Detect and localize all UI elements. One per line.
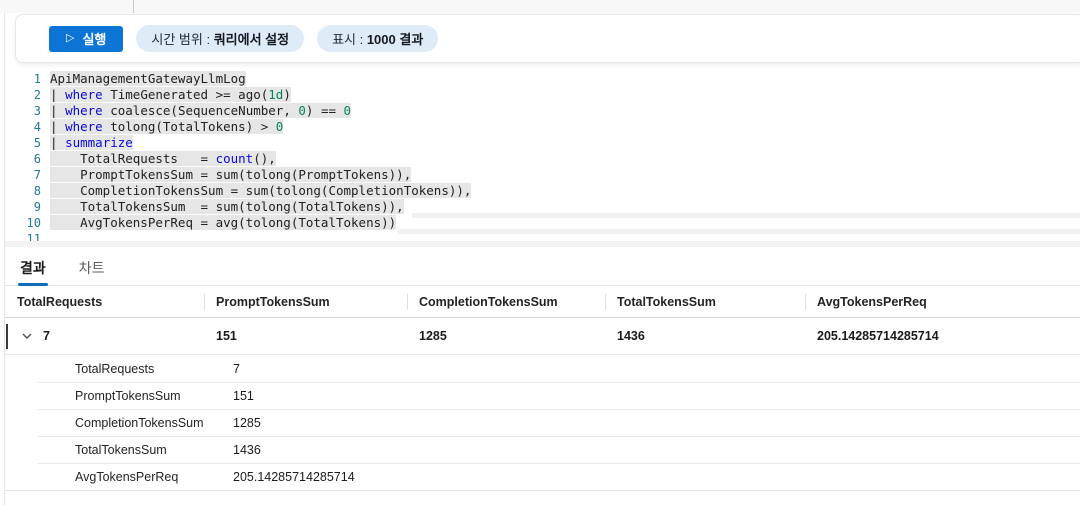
row-expander[interactable] [19, 328, 35, 344]
run-query-button[interactable]: ▷ 실행 [49, 26, 123, 52]
query-toolbar: ▷ 실행 시간 범위 : 쿼리에서 설정 표시 : 1000 결과 [15, 14, 1080, 63]
line-number: 3 [5, 103, 41, 119]
result-row[interactable]: 7 15112851436205.14285714285714 [5, 318, 1080, 355]
table-bottom-border [5, 490, 1080, 491]
editor-line[interactable]: 2| where TimeGenerated >= ago(1d) [5, 87, 1080, 103]
run-button-label: 실행 [82, 29, 106, 48]
column-header[interactable]: TotalRequests [5, 286, 204, 317]
code-text: | where coalesce(SequenceNumber, 0) == 0 [41, 103, 351, 119]
column-header[interactable]: PromptTokensSum [204, 286, 407, 317]
editor-line[interactable]: 1ApiManagementGatewayLlmLog [5, 71, 1080, 87]
code-text: TotalTokensSum = sum(tolong(TotalTokens)… [41, 199, 404, 215]
kql-query-editor[interactable]: 1ApiManagementGatewayLlmLog2| where Time… [5, 71, 1080, 247]
detail-row[interactable]: TotalRequests7 [5, 355, 1080, 382]
detail-row[interactable]: PromptTokensSum151 [5, 382, 1080, 409]
tab-chart-label: 차트 [79, 258, 105, 278]
tab-results[interactable]: 결과 [20, 250, 46, 286]
detail-row[interactable]: CompletionTokensSum1285 [5, 409, 1080, 436]
line-number: 6 [5, 151, 41, 167]
row-detail-panel: TotalRequests7PromptTokensSum151Completi… [5, 355, 1080, 490]
editor-line[interactable]: 8 CompletionTokensSum = sum(tolong(Compl… [5, 183, 1080, 199]
top-tab-bar-remnant [0, 0, 1080, 13]
line-number: 5 [5, 135, 41, 151]
code-text: PromptTokensSum = sum(tolong(PromptToken… [41, 167, 411, 183]
detail-label: TotalRequests [75, 362, 233, 376]
time-range-prefix: 시간 범위 : [151, 29, 213, 48]
editor-line[interactable]: 7 PromptTokensSum = sum(tolong(PromptTok… [5, 167, 1080, 183]
time-range-pill[interactable]: 시간 범위 : 쿼리에서 설정 [136, 25, 304, 52]
editor-line[interactable]: 4| where tolong(TotalTokens) > 0 [5, 119, 1080, 135]
editor-line[interactable]: 6 TotalRequests = count(), [5, 151, 1080, 167]
selected-row-indicator [6, 324, 8, 349]
detail-value: 151 [233, 389, 254, 403]
line-number: 7 [5, 167, 41, 183]
detail-value: 1436 [233, 443, 261, 457]
code-text: ApiManagementGatewayLlmLog [41, 71, 246, 87]
detail-row[interactable]: AvgTokensPerReq205.14285714285714 [5, 463, 1080, 490]
cell-value: 7 [43, 329, 50, 343]
logs-query-page: ▷ 실행 시간 범위 : 쿼리에서 설정 표시 : 1000 결과 1ApiMa… [0, 0, 1080, 515]
editor-line[interactable]: 5| summarize [5, 135, 1080, 151]
detail-value: 1285 [233, 416, 261, 430]
results-table-header: TotalRequestsPromptTokensSumCompletionTo… [5, 286, 1080, 318]
detail-value: 7 [233, 362, 240, 376]
selection-overflow-strip [412, 213, 1080, 218]
result-limit-prefix: 표시 : [332, 29, 367, 48]
selection-overflow-strip [398, 229, 1080, 234]
code-text: CompletionTokensSum = sum(tolong(Complet… [41, 183, 471, 199]
cell-value: 1285 [407, 329, 605, 343]
detail-value: 205.14285714285714 [233, 470, 355, 484]
code-text: | where tolong(TotalTokens) > 0 [41, 119, 283, 135]
result-limit-value: 1000 결과 [367, 29, 423, 48]
time-range-value: 쿼리에서 설정 [214, 29, 289, 48]
editor-bottom-band [5, 241, 1080, 247]
editor-line[interactable]: 3| where coalesce(SequenceNumber, 0) == … [5, 103, 1080, 119]
line-number: 4 [5, 119, 41, 135]
cell-value: 151 [204, 329, 407, 343]
line-number: 10 [5, 215, 41, 231]
line-number: 2 [5, 87, 41, 103]
tab-results-label: 결과 [20, 258, 46, 278]
line-number: 1 [5, 71, 41, 87]
play-icon: ▷ [66, 31, 74, 44]
detail-label: CompletionTokensSum [75, 416, 233, 430]
result-limit-pill[interactable]: 표시 : 1000 결과 [317, 25, 438, 52]
result-cell: 7 [5, 318, 204, 354]
column-header[interactable]: CompletionTokensSum [407, 286, 605, 317]
detail-label: PromptTokensSum [75, 389, 233, 403]
line-number: 9 [5, 199, 41, 215]
tab-chart[interactable]: 차트 [79, 250, 105, 286]
code-text: | summarize [41, 135, 133, 151]
code-text: | where TimeGenerated >= ago(1d) [41, 87, 291, 103]
detail-label: AvgTokensPerReq [75, 470, 233, 484]
cell-value: 1436 [605, 329, 805, 343]
results-tabbar: 결과 차트 [5, 250, 1080, 286]
column-header[interactable]: AvgTokensPerReq [805, 286, 1080, 317]
cell-value: 205.14285714285714 [805, 329, 1080, 343]
detail-row[interactable]: TotalTokensSum1436 [5, 436, 1080, 463]
column-header[interactable]: TotalTokensSum [605, 286, 805, 317]
tab-divider [133, 0, 134, 13]
code-text: TotalRequests = count(), [41, 151, 276, 167]
detail-label: TotalTokensSum [75, 443, 233, 457]
code-text: AvgTokensPerReq = avg(tolong(TotalTokens… [41, 215, 396, 231]
chevron-down-icon [21, 330, 33, 342]
line-number: 8 [5, 183, 41, 199]
